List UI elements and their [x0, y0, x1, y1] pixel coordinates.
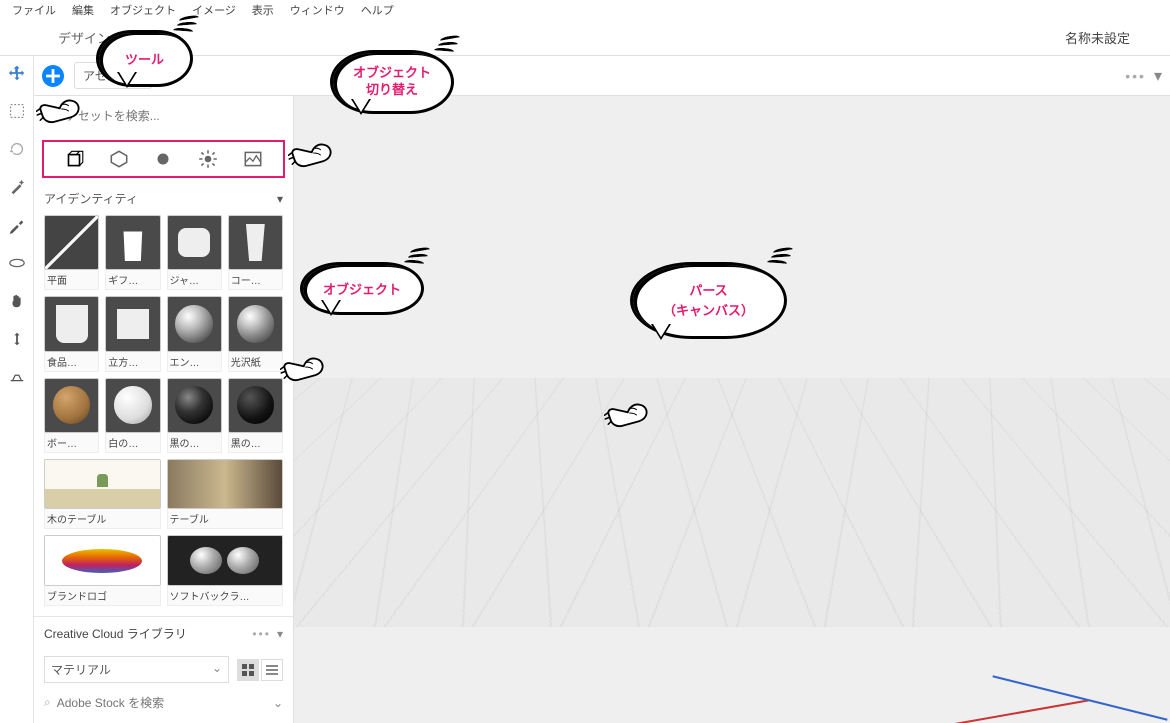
- chevron-down-icon: ▾: [277, 627, 283, 641]
- asset-label: ギフ…: [105, 270, 160, 290]
- asset-item[interactable]: ボー…: [44, 378, 99, 453]
- asset-item[interactable]: エン…: [167, 296, 222, 371]
- category-materials-icon[interactable]: [108, 148, 130, 170]
- asset-item[interactable]: 黒の…: [167, 378, 222, 453]
- chevron-down-icon: ⌄: [273, 696, 283, 710]
- asset-item[interactable]: ギフ…: [105, 215, 160, 290]
- asset-grid: 平面 ギフ… ジャ… コー… 食品… 立方… エン… 光沢紙 ボー… 白の… 黒…: [34, 215, 293, 453]
- asset-label: 立方…: [105, 352, 160, 372]
- callout-object: オブジェクト: [300, 262, 424, 315]
- material-dropdown[interactable]: マテリアル ⌄: [44, 656, 229, 683]
- section-identity[interactable]: アイデンティティ ▾: [34, 182, 293, 215]
- wand-tool-icon[interactable]: [6, 176, 28, 198]
- menu-file[interactable]: ファイル: [4, 0, 64, 20]
- search-icon: ⌕: [44, 695, 51, 710]
- callout-label: パース: [689, 283, 727, 298]
- asset-label: ジャ…: [167, 270, 222, 290]
- cc-libraries-label: Creative Cloud ライブラリ: [44, 625, 187, 642]
- pointer-hand-icon: [280, 352, 326, 382]
- asset-item[interactable]: ブランドロゴ: [44, 535, 161, 606]
- callout-tool: ツール: [96, 30, 193, 87]
- category-lights-icon[interactable]: [152, 148, 174, 170]
- dolly-tool-icon[interactable]: [6, 328, 28, 350]
- hand-tool-icon[interactable]: [6, 290, 28, 312]
- move-tool-icon[interactable]: [6, 62, 28, 84]
- asset-item[interactable]: テーブル: [167, 459, 284, 530]
- ground-plane: [294, 378, 1170, 627]
- asset-subbar: アセット ••• ▾: [34, 56, 1170, 96]
- viewport-canvas[interactable]: [294, 96, 1170, 723]
- asset-more-icon[interactable]: •••: [1125, 68, 1146, 84]
- menu-edit[interactable]: 編集: [64, 0, 102, 20]
- asset-item[interactable]: 白の…: [105, 378, 160, 453]
- callout-perspective: パース （キャンバス）: [630, 262, 787, 339]
- asset-label: ボー…: [44, 433, 99, 453]
- axis-x: [911, 699, 1089, 723]
- asset-label: 光沢紙: [228, 352, 283, 372]
- asset-item[interactable]: コー…: [228, 215, 283, 290]
- ground-tool-icon[interactable]: [6, 366, 28, 388]
- orbit-tool-icon[interactable]: [6, 252, 28, 274]
- asset-label: コー…: [228, 270, 283, 290]
- material-dropdown-label: マテリアル: [51, 663, 111, 677]
- cc-libraries-row[interactable]: Creative Cloud ライブラリ ••• ▾: [34, 616, 293, 650]
- left-toolbar: [0, 56, 34, 723]
- menu-help[interactable]: ヘルプ: [353, 0, 402, 20]
- callout-label: 切り替え: [366, 82, 418, 97]
- callout-label: オブジェクト: [353, 65, 431, 80]
- asset-panel: アイデンティティ ▾ 平面 ギフ… ジャ… コー… 食品… 立方… エン… 光沢…: [34, 96, 294, 723]
- asset-grid-wide: 木のテーブル テーブル ブランドロゴ ソフトバックラ…: [34, 459, 293, 606]
- asset-label: エン…: [167, 352, 222, 372]
- asset-item[interactable]: 食品…: [44, 296, 99, 371]
- asset-label: ソフトバックラ…: [167, 586, 284, 606]
- asset-item[interactable]: ソフトバックラ…: [167, 535, 284, 606]
- asset-label: 黒の…: [167, 433, 222, 453]
- menu-view[interactable]: 表示: [244, 0, 282, 20]
- section-identity-label: アイデンティティ: [44, 190, 138, 207]
- list-view-icon[interactable]: [261, 659, 283, 681]
- asset-item[interactable]: 光沢紙: [228, 296, 283, 371]
- select-tool-icon[interactable]: [6, 100, 28, 122]
- pointer-hand-icon: [604, 398, 650, 428]
- callout-label: オブジェクト: [323, 282, 401, 297]
- menu-window[interactable]: ウィンドウ: [282, 0, 353, 20]
- undo-icon[interactable]: [6, 138, 28, 160]
- material-section[interactable]: ▾ マテリアル: [34, 716, 293, 723]
- category-environment-icon[interactable]: [197, 148, 219, 170]
- add-button[interactable]: [42, 65, 64, 87]
- asset-label: ブランドロゴ: [44, 586, 161, 606]
- asset-item[interactable]: 木のテーブル: [44, 459, 161, 530]
- axis-z: [992, 675, 1167, 720]
- callout-label: （キャンバス）: [663, 303, 754, 318]
- eyedropper-tool-icon[interactable]: [6, 214, 28, 236]
- callout-label: ツール: [125, 52, 164, 67]
- stock-search-input[interactable]: [57, 696, 273, 710]
- pointer-hand-icon: [36, 94, 82, 124]
- asset-category-tabs: [42, 140, 285, 178]
- pointer-hand-icon: [288, 138, 334, 168]
- cc-more-icon[interactable]: •••: [252, 627, 271, 641]
- asset-item[interactable]: 黒の…: [228, 378, 283, 453]
- category-images-icon[interactable]: [242, 148, 264, 170]
- chevron-down-icon: ▾: [277, 192, 283, 206]
- asset-item[interactable]: ジャ…: [167, 215, 222, 290]
- asset-label: テーブル: [167, 509, 284, 529]
- grid-view-icon[interactable]: [237, 659, 259, 681]
- asset-label: 食品…: [44, 352, 99, 372]
- asset-label: 木のテーブル: [44, 509, 161, 529]
- asset-collapse-icon[interactable]: ▾: [1154, 66, 1162, 86]
- callout-object-switch: オブジェクト切り替え: [330, 50, 454, 114]
- stock-search-row: ⌕ ⌄: [34, 689, 293, 716]
- document-title: 名称未設定: [1065, 28, 1130, 47]
- asset-label: 平面: [44, 270, 99, 290]
- asset-item[interactable]: 平面: [44, 215, 99, 290]
- asset-label: 黒の…: [228, 433, 283, 453]
- asset-item[interactable]: 立方…: [105, 296, 160, 371]
- asset-label: 白の…: [105, 433, 160, 453]
- category-models-icon[interactable]: [63, 148, 85, 170]
- material-row: マテリアル ⌄: [34, 650, 293, 689]
